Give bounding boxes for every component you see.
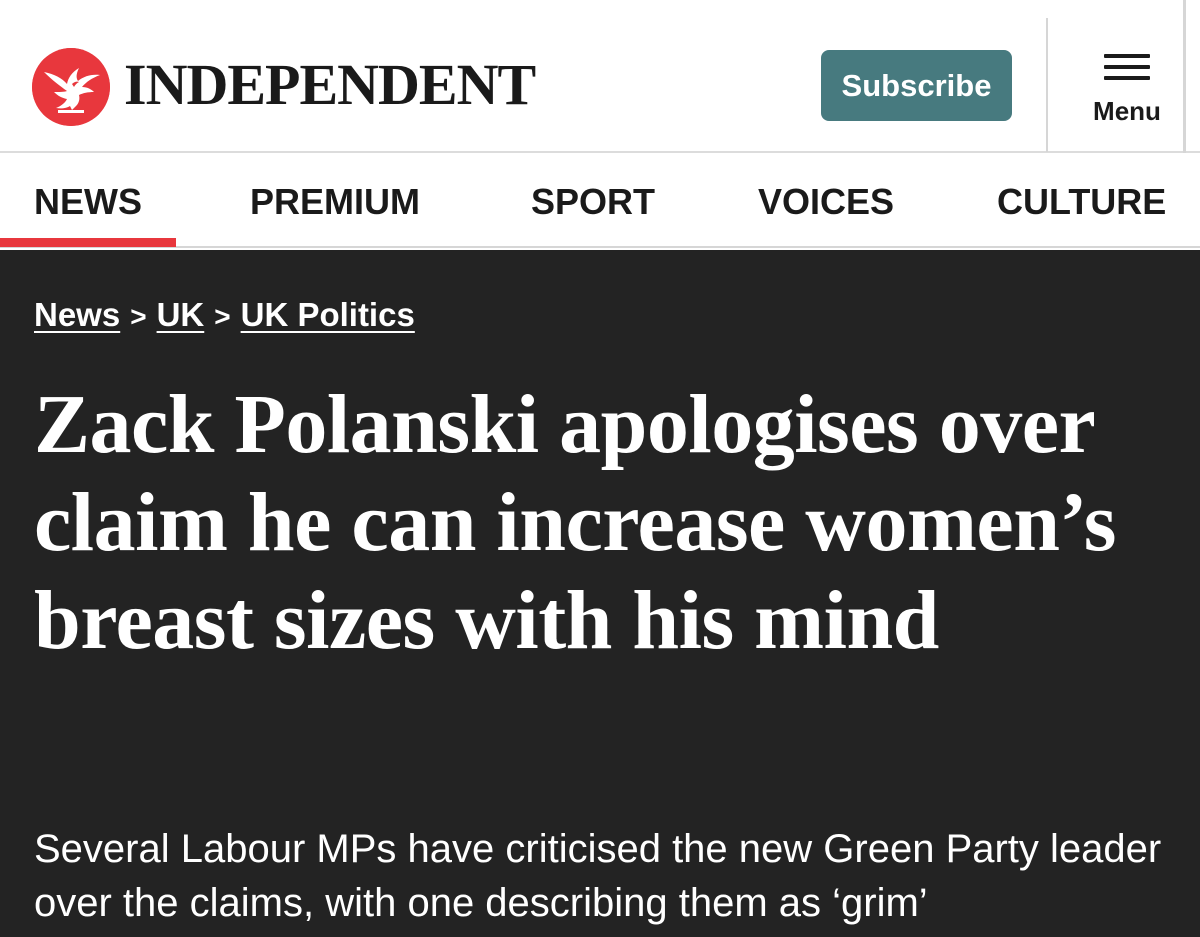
breadcrumb: News > UK > UK Politics: [34, 294, 415, 338]
article-standfirst: Several Labour MPs have criticised the n…: [34, 827, 1162, 925]
breadcrumb-separator: >: [130, 301, 147, 332]
eagle-logo-icon[interactable]: [32, 48, 110, 126]
breadcrumb-uk[interactable]: UK: [157, 296, 205, 333]
breadcrumb-uk-politics[interactable]: UK Politics: [241, 296, 415, 333]
breadcrumb-news[interactable]: News: [34, 296, 120, 333]
site-header: INDEPENDENT Subscribe Menu: [0, 0, 1200, 153]
menu-button[interactable]: Menu: [1082, 54, 1172, 128]
subscribe-button[interactable]: Subscribe: [821, 50, 1012, 121]
nav-item-sport[interactable]: SPORT: [531, 181, 655, 223]
nav-active-indicator: [0, 238, 176, 247]
menu-label: Menu: [1093, 96, 1161, 126]
article-headline: Zack Polanski apologises over claim he c…: [34, 378, 1116, 667]
hamburger-icon: [1104, 54, 1150, 80]
header-divider: [1046, 18, 1048, 152]
nav-item-news[interactable]: NEWS: [34, 181, 142, 223]
nav-item-culture[interactable]: CULTURE: [997, 181, 1166, 223]
article-hero: News > UK > UK Politics Zack Polanski apolog…: [0, 250, 1200, 937]
breadcrumb-separator: >: [214, 301, 231, 332]
nav-item-voices[interactable]: VOICES: [758, 181, 894, 223]
scroll-edge: [1183, 0, 1186, 153]
brand-wordmark[interactable]: INDEPENDENT: [124, 54, 536, 116]
section-nav: NEWS PREMIUM SPORT VOICES CULTURE: [0, 155, 1200, 248]
nav-item-premium[interactable]: PREMIUM: [250, 181, 420, 223]
